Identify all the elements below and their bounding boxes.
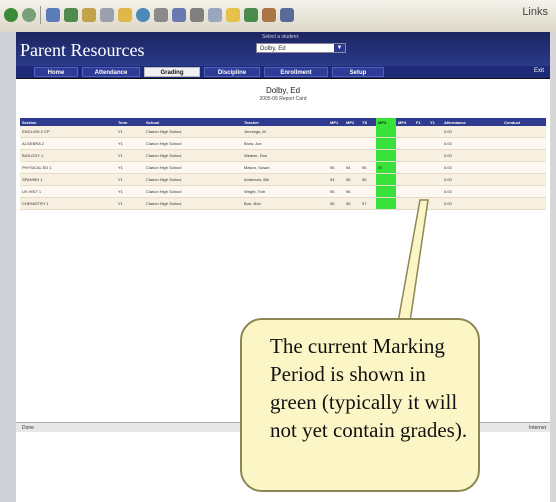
callout-pointer-shape <box>397 199 429 323</box>
callout-box: The current Marking Period is shown in g… <box>240 318 480 492</box>
callout-text: The current Marking Period is shown in g… <box>270 334 468 442</box>
